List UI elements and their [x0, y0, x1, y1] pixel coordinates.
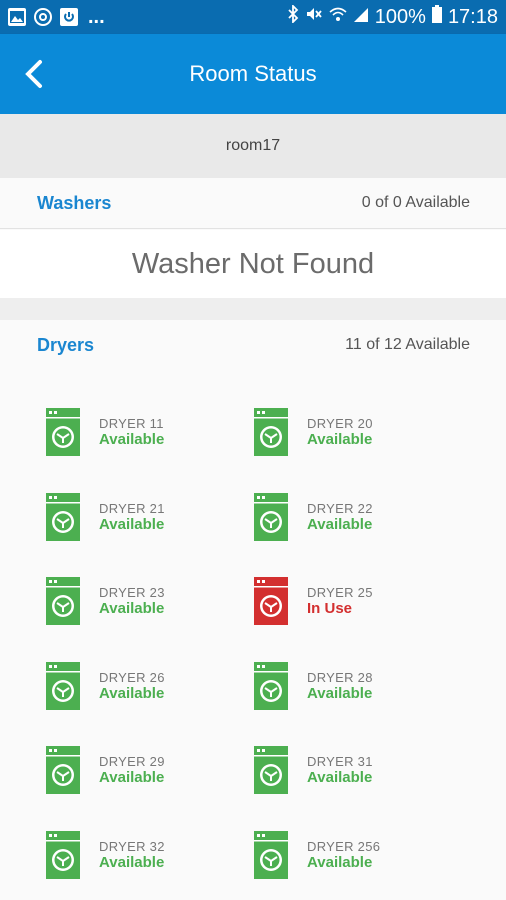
dryer-icon: [254, 830, 288, 879]
vpn-icon: [34, 8, 52, 26]
dryer-status: Available: [99, 431, 165, 448]
dryer-item[interactable]: DRYER 25 In Use: [254, 577, 454, 629]
dryer-status: Available: [307, 431, 373, 448]
dryer-name: DRYER 26: [99, 669, 165, 685]
dryer-status: Available: [307, 684, 373, 702]
dryer-grid: DRYER 11 Available DRYER 20 Available DRYER …: [0, 370, 506, 900]
dryer-item[interactable]: DRYER 23 Available: [46, 577, 246, 629]
dryer-icon: [46, 492, 80, 541]
dryer-status: Available: [99, 769, 165, 786]
washers-label: Washers: [37, 193, 112, 213]
chevron-left-icon: [25, 60, 42, 88]
dryer-item[interactable]: DRYER 20 Available: [254, 408, 454, 460]
dryer-icon: [254, 746, 288, 794]
app-bar: Room Status: [0, 34, 506, 114]
dryer-item[interactable]: DRYER 256 Available: [254, 830, 454, 883]
dryer-name: DRYER 29: [99, 754, 165, 769]
dryer-icon: [254, 492, 288, 541]
washers-empty-message: Washer Not Found: [0, 230, 506, 298]
dryer-icon: [46, 746, 80, 794]
section-divider: [0, 298, 506, 320]
dryer-status: Available: [99, 684, 165, 702]
dryers-count: 11 of 12 Available: [345, 336, 470, 353]
power-icon: [60, 8, 78, 26]
dryer-icon: [254, 661, 288, 710]
dryer-status: Available: [99, 600, 165, 617]
system-icons: 100% 17:18: [287, 3, 506, 29]
dryer-status: In Use: [307, 600, 353, 617]
dryer-icon: [46, 577, 80, 625]
page-title: Room Status: [189, 61, 317, 86]
dryer-name: DRYER 256: [307, 838, 381, 854]
dryer-item[interactable]: DRYER 11 Available: [46, 408, 246, 460]
bluetooth-icon: [287, 3, 299, 29]
more-notifications: ...: [88, 6, 105, 28]
dryer-icon: [46, 830, 80, 879]
dryer-status: Available: [307, 769, 373, 786]
dryer-item[interactable]: DRYER 26 Available: [46, 661, 246, 714]
wifi-icon: [329, 6, 347, 29]
dryer-name: DRYER 20: [307, 416, 373, 431]
dryers-header: Dryers 11 of 12 Available: [0, 320, 506, 371]
dryer-name: DRYER 31: [307, 754, 373, 769]
dryer-name: DRYER 28: [307, 669, 373, 685]
dryer-name: DRYER 22: [307, 500, 373, 516]
dryer-icon: [254, 577, 288, 625]
dryer-item[interactable]: DRYER 22 Available: [254, 492, 454, 545]
dryer-item[interactable]: DRYER 29 Available: [46, 746, 246, 798]
clock: 17:18: [447, 5, 498, 28]
dryer-item[interactable]: DRYER 21 Available: [46, 492, 246, 545]
dryers-label: Dryers: [37, 335, 95, 355]
dryer-icon: [46, 661, 80, 710]
signal-icon: [353, 6, 369, 29]
dryer-name: DRYER 11: [99, 416, 164, 431]
washers-count: 0 of 0 Available: [361, 194, 470, 211]
room-name: room17: [0, 114, 506, 178]
dryer-icon: [254, 408, 288, 456]
dryer-name: DRYER 25: [307, 585, 373, 600]
dryer-status: Available: [99, 515, 165, 533]
dryer-item[interactable]: DRYER 28 Available: [254, 661, 454, 714]
image-icon: [8, 8, 26, 26]
dryer-status: Available: [99, 853, 165, 871]
back-button[interactable]: [22, 56, 52, 92]
dryer-name: DRYER 23: [99, 585, 165, 600]
dryer-status: Available: [307, 515, 373, 533]
dryer-icon: [46, 408, 80, 456]
battery-level: 100%: [374, 5, 426, 28]
dryer-item[interactable]: DRYER 31 Available: [254, 746, 454, 798]
battery-icon: [431, 5, 442, 29]
washers-header: Washers 0 of 0 Available: [0, 178, 506, 229]
notification-icons: ...: [0, 7, 105, 27]
dryer-name: DRYER 21: [99, 500, 165, 516]
status-bar: ... 100% 17:18: [0, 0, 506, 34]
dryer-item[interactable]: DRYER 32 Available: [46, 830, 246, 883]
dryer-name: DRYER 32: [99, 838, 165, 854]
mute-icon: [305, 5, 323, 29]
dryer-status: Available: [307, 853, 373, 871]
